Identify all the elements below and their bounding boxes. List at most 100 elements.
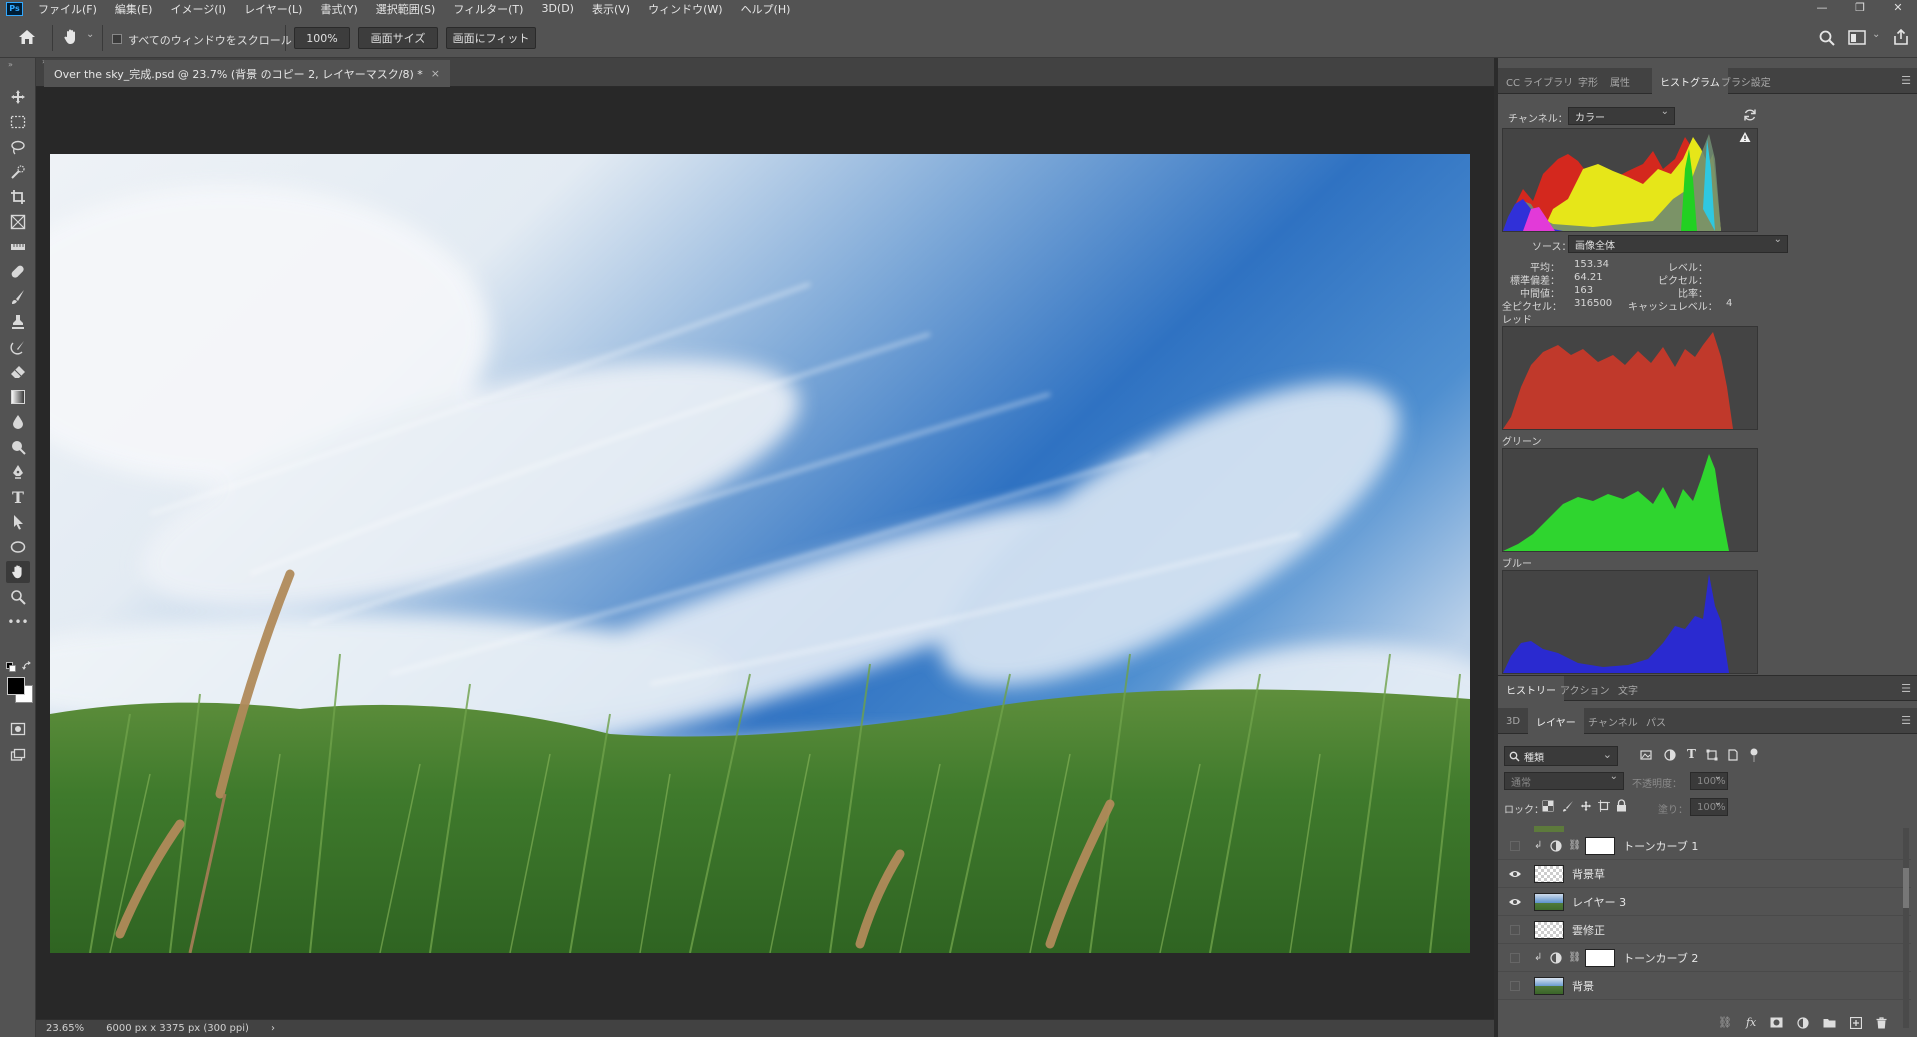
layer-row-background-grass[interactable]: 背景草 (1498, 860, 1911, 888)
layer-list-scrollbar[interactable] (1903, 828, 1909, 1028)
layer-row-tone-curve-1[interactable]: ↲ ⛓ トーンカーブ 1 (1498, 832, 1911, 860)
status-menu-arrow[interactable]: › (271, 1023, 275, 1034)
eye-icon[interactable] (1506, 867, 1524, 881)
share-icon[interactable] (1892, 28, 1910, 46)
swap-colors-icon[interactable] (22, 661, 32, 671)
layer-visibility-toggle[interactable] (1506, 951, 1524, 965)
crop-tool-icon[interactable] (6, 186, 30, 208)
ellipse-tool-icon[interactable] (6, 536, 30, 558)
fit-screen-button[interactable]: 画面サイズ (358, 27, 438, 49)
zoom-level[interactable]: 23.65% (46, 1023, 84, 1034)
filter-shape-icon[interactable] (1706, 749, 1718, 761)
history-brush-tool-icon[interactable] (6, 336, 30, 358)
eraser-tool-icon[interactable] (6, 361, 30, 383)
filter-type-icon[interactable]: T (1687, 747, 1696, 761)
blend-mode-select[interactable]: 通常 (1504, 771, 1624, 790)
tab-cc-libraries[interactable]: CC ライブラリ (1498, 68, 1581, 94)
menu-edit[interactable]: 編集(E) (106, 1, 162, 17)
filter-pixel-icon[interactable] (1640, 749, 1652, 761)
workspace-icon[interactable] (1848, 30, 1866, 45)
layer-visibility-toggle[interactable] (1506, 923, 1524, 937)
restore-button[interactable]: ❐ (1841, 0, 1879, 17)
menu-filter[interactable]: フィルター(T) (444, 1, 532, 17)
hand-tool-icon[interactable] (6, 561, 30, 583)
lock-position-icon[interactable] (1580, 800, 1592, 812)
quick-select-tool-icon[interactable] (6, 161, 30, 183)
menu-help[interactable]: ヘルプ(H) (732, 1, 800, 17)
screen-mode-icon[interactable] (6, 744, 30, 766)
close-window-button[interactable]: ✕ (1879, 0, 1917, 17)
fill-input[interactable]: 100% (1690, 797, 1728, 816)
gradient-tool-icon[interactable] (6, 386, 30, 408)
menu-select[interactable]: 選択範囲(S) (367, 1, 445, 17)
collapse-toolbar-icon[interactable]: » (8, 60, 13, 69)
menu-layer[interactable]: レイヤー(L) (235, 1, 311, 17)
default-colors-icon[interactable] (6, 662, 16, 672)
refresh-icon[interactable] (1743, 108, 1757, 122)
dodge-tool-icon[interactable] (6, 436, 30, 458)
ruler-tool-icon[interactable] (6, 236, 30, 258)
move-tool-icon[interactable] (6, 86, 30, 108)
scroll-all-checkbox[interactable] (112, 34, 122, 44)
layer-row-tone-curve-2[interactable]: ↲ ⛓ トーンカーブ 2 (1498, 944, 1911, 972)
menu-file[interactable]: ファイル(F) (29, 1, 106, 17)
menu-type[interactable]: 書式(Y) (311, 1, 366, 17)
lock-all-icon[interactable] (1616, 799, 1627, 812)
filter-adjustment-icon[interactable] (1664, 749, 1676, 761)
layer-visibility-toggle[interactable] (1506, 979, 1524, 993)
path-select-tool-icon[interactable] (6, 511, 30, 533)
delete-layer-icon[interactable] (1876, 1016, 1887, 1029)
new-adjustment-icon[interactable] (1797, 1016, 1809, 1029)
document-canvas[interactable] (50, 154, 1470, 953)
panel-menu-icon[interactable]: ☰ (1901, 74, 1911, 87)
filter-smart-object-icon[interactable] (1727, 749, 1739, 761)
layer-mask-thumbnail[interactable] (1585, 836, 1616, 855)
more-tools-icon[interactable]: ••• (6, 611, 30, 633)
tab-glyphs[interactable]: 字形 (1570, 68, 1606, 94)
mask-link-icon[interactable]: ⛓ (1568, 952, 1581, 963)
home-icon[interactable] (18, 29, 36, 45)
layer-filter-select[interactable]: 種類 ⌄ (1504, 746, 1618, 766)
opacity-input[interactable]: 100% (1690, 771, 1728, 790)
menu-window[interactable]: ウィンドウ(W) (639, 1, 731, 17)
tab-3d[interactable]: 3D (1498, 708, 1528, 734)
close-tab-icon[interactable]: × (431, 67, 440, 80)
tab-properties[interactable]: 属性 (1602, 68, 1638, 94)
zoom-100-button[interactable]: 100% (294, 27, 350, 49)
layers-menu-icon[interactable]: ☰ (1901, 714, 1911, 727)
tab-paths[interactable]: パス (1638, 708, 1674, 734)
layer-style-icon[interactable]: fx (1746, 1016, 1756, 1029)
add-mask-icon[interactable] (1770, 1017, 1783, 1028)
tab-channels[interactable]: チャンネル (1580, 708, 1646, 734)
layer-row-background[interactable]: 背景 (1498, 972, 1911, 1000)
lasso-tool-icon[interactable] (6, 136, 30, 158)
search-icon[interactable] (1818, 29, 1836, 47)
foreground-color-swatch[interactable] (7, 677, 25, 695)
pen-tool-icon[interactable] (6, 461, 30, 483)
hand-tool-preset-icon[interactable] (62, 28, 80, 46)
blur-tool-icon[interactable] (6, 411, 30, 433)
layer-mask-thumbnail[interactable] (1585, 948, 1616, 967)
frame-tool-icon[interactable] (6, 211, 30, 233)
minimize-button[interactable]: — (1803, 0, 1841, 17)
tab-layers[interactable]: レイヤー (1528, 708, 1584, 734)
lock-artboard-icon[interactable] (1598, 800, 1610, 812)
brush-tool-icon[interactable] (6, 286, 30, 308)
type-tool-icon[interactable]: T (6, 486, 30, 508)
document-tab[interactable]: Over the sky_完成.psd @ 23.7% (背景 のコピー 2, … (44, 60, 451, 87)
menu-3d[interactable]: 3D(D) (532, 2, 583, 15)
layer-row-cloud-fix[interactable]: 雲修正 (1498, 916, 1911, 944)
menu-image[interactable]: イメージ(I) (161, 1, 235, 17)
stamp-tool-icon[interactable] (6, 311, 30, 333)
channel-select[interactable]: カラー (1568, 106, 1675, 125)
fill-screen-button[interactable]: 画面にフィット (446, 27, 536, 49)
marquee-tool-icon[interactable] (6, 111, 30, 133)
eye-icon[interactable] (1506, 895, 1524, 909)
history-menu-icon[interactable]: ☰ (1901, 682, 1911, 695)
new-group-icon[interactable] (1823, 1017, 1836, 1028)
tab-brush-settings[interactable]: ブラシ設定 (1713, 68, 1779, 94)
mask-link-icon[interactable]: ⛓ (1568, 840, 1581, 851)
filter-toggle-icon[interactable] (1749, 747, 1759, 763)
menu-view[interactable]: 表示(V) (583, 1, 639, 17)
new-layer-icon[interactable] (1850, 1016, 1863, 1029)
